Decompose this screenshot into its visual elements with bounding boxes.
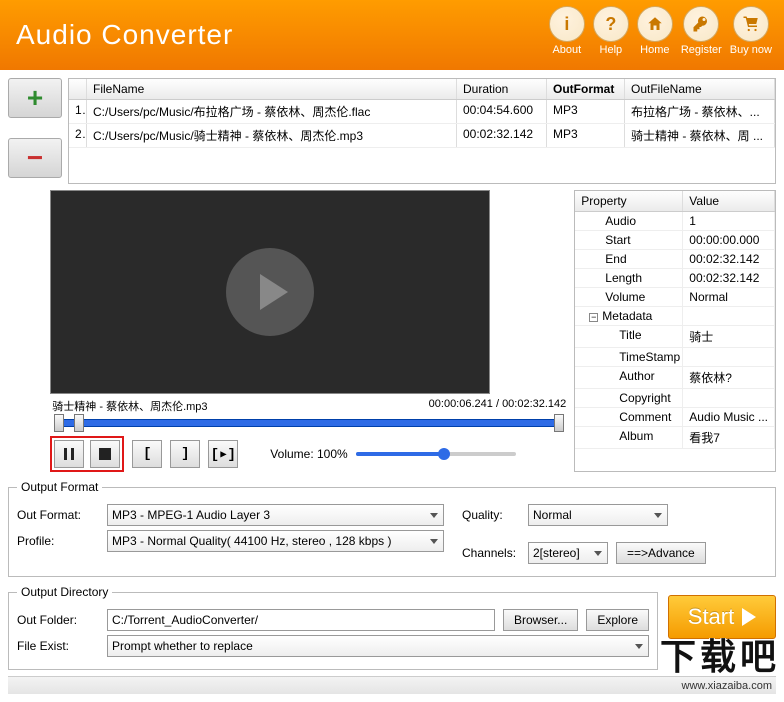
out-format-combo[interactable]: MP3 - MPEG-1 Audio Layer 3 [107, 504, 444, 526]
channels-label: Channels: [462, 546, 520, 560]
seek-end-handle[interactable] [554, 414, 564, 432]
seek-handle[interactable] [74, 414, 84, 432]
header: Audio Converter i About ? Help Home Regi… [0, 0, 784, 70]
time-display: 00:00:06.241 / 00:02:32.142 [429, 398, 567, 414]
property-row[interactable]: Title骑士 [575, 326, 775, 348]
file-exist-label: File Exist: [17, 639, 99, 653]
volume-handle[interactable] [438, 448, 450, 460]
output-format-legend: Output Format [17, 480, 102, 494]
register-button[interactable]: Register [681, 6, 722, 56]
add-file-button[interactable]: + [8, 78, 62, 118]
profile-label: Profile: [17, 534, 99, 548]
mark-end-button[interactable]: ] [170, 440, 200, 468]
property-row[interactable]: Album看我7 [575, 427, 775, 449]
property-row[interactable]: Audio1 [575, 212, 775, 231]
key-icon [683, 6, 719, 42]
stop-button[interactable] [90, 440, 120, 468]
property-row[interactable]: TimeStamp [575, 348, 775, 367]
app-title: Audio Converter [16, 19, 233, 51]
property-row[interactable]: Copyright [575, 389, 775, 408]
help-button[interactable]: ? Help [593, 6, 629, 56]
header-buttons: i About ? Help Home Register Buy now [549, 6, 772, 56]
now-playing: 骑士精神 - 蔡依林、周杰伦.mp3 [52, 398, 207, 414]
quality-label: Quality: [462, 508, 520, 522]
play-icon [226, 248, 314, 336]
quality-combo[interactable]: Normal [528, 504, 668, 526]
col-value[interactable]: Value [683, 191, 775, 211]
profile-combo[interactable]: MP3 - Normal Quality( 44100 Hz, stereo ,… [107, 530, 444, 552]
seek-slider[interactable] [50, 416, 568, 430]
advance-button[interactable]: ==>Advance [616, 542, 706, 564]
about-button[interactable]: i About [549, 6, 585, 56]
property-row[interactable]: −Metadata [575, 307, 775, 326]
preview-pane[interactable] [50, 190, 490, 394]
remove-file-button[interactable]: − [8, 138, 62, 178]
home-icon [637, 6, 673, 42]
browser-button[interactable]: Browser... [503, 609, 578, 631]
pause-button[interactable] [54, 440, 84, 468]
property-table[interactable]: Property Value Audio1Start00:00:00.000En… [574, 190, 776, 472]
output-directory-group: Output Directory Out Folder: C:/Torrent_… [8, 585, 658, 670]
col-filename[interactable]: FileName [87, 79, 457, 99]
property-row[interactable]: Author蔡依林? [575, 367, 775, 389]
table-row[interactable]: 1 C:/Users/pc/Music/布拉格广场 - 蔡依林、周杰伦.flac… [69, 100, 775, 124]
property-row[interactable]: End00:02:32.142 [575, 250, 775, 269]
property-row[interactable]: CommentAudio Music ... [575, 408, 775, 427]
cart-icon [733, 6, 769, 42]
plus-icon: + [27, 82, 43, 114]
highlight-box [50, 436, 124, 472]
file-table[interactable]: FileName Duration OutFormat OutFileName … [68, 78, 776, 184]
col-outformat[interactable]: OutFormat [547, 79, 625, 99]
channels-combo[interactable]: 2[stereo] [528, 542, 608, 564]
output-format-group: Output Format Out Format: MP3 - MPEG-1 A… [8, 480, 776, 577]
play-segment-button[interactable]: [▸] [208, 440, 238, 468]
home-button[interactable]: Home [637, 6, 673, 56]
seek-start-handle[interactable] [54, 414, 64, 432]
output-directory-legend: Output Directory [17, 585, 112, 599]
buy-button[interactable]: Buy now [730, 6, 772, 56]
volume-label: Volume: 100% [270, 447, 347, 461]
property-row[interactable]: Length00:02:32.142 [575, 269, 775, 288]
col-duration[interactable]: Duration [457, 79, 547, 99]
out-folder-label: Out Folder: [17, 613, 99, 627]
property-row[interactable]: VolumeNormal [575, 288, 775, 307]
start-button[interactable]: Start [668, 595, 776, 639]
file-table-header: FileName Duration OutFormat OutFileName [69, 79, 775, 100]
mark-start-button[interactable]: [ [132, 440, 162, 468]
minus-icon: − [27, 142, 43, 174]
out-folder-input[interactable]: C:/Torrent_AudioConverter/ [107, 609, 495, 631]
volume-slider[interactable] [356, 452, 516, 456]
help-icon: ? [593, 6, 629, 42]
col-outfilename[interactable]: OutFileName [625, 79, 775, 99]
file-exist-combo[interactable]: Prompt whether to replace [107, 635, 649, 657]
play-icon [742, 608, 756, 626]
property-row[interactable]: Start00:00:00.000 [575, 231, 775, 250]
out-format-label: Out Format: [17, 508, 99, 522]
col-property[interactable]: Property [575, 191, 683, 211]
status-bar [8, 676, 776, 694]
table-row[interactable]: 2 C:/Users/pc/Music/骑士精神 - 蔡依林、周杰伦.mp3 0… [69, 124, 775, 148]
explore-button[interactable]: Explore [586, 609, 649, 631]
info-icon: i [549, 6, 585, 42]
